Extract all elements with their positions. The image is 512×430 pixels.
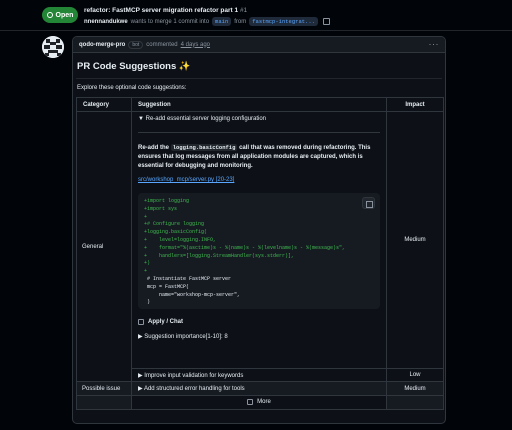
header-divider [0,30,512,31]
comment-author[interactable]: qodo-merge-pro [79,42,125,48]
pr-title: refactor: FastMCP server migration refac… [84,7,247,14]
code-line: + handlers=[logging.StreamHandler(sys.st… [144,252,295,259]
category-general: General [76,111,132,382]
copy-icon[interactable] [322,18,330,25]
impact-possible-issue: Medium [386,381,444,396]
comment-box: qodo-merge-pro bot commented 4 days ago … [72,36,446,424]
heading-divider [76,78,442,79]
code-line: +) [144,260,151,267]
code-line: +import logging [144,198,190,204]
avatar[interactable] [42,36,64,58]
code-line: +logging.basicConfig( [144,229,208,236]
code-line: + level=logging.INFO, [144,236,217,243]
code-line: name="workshop-mcp-server", [144,291,241,298]
comment-body: PR Code Suggestions ✨ Explore these opti… [73,53,445,410]
table-row: General ▼ Re-add essential server loggin… [76,111,444,382]
code-line: mcp = FastMCP( [144,283,190,290]
head-branch[interactable]: fastmcp-integrat... [249,17,318,26]
base-branch[interactable]: main [212,17,232,26]
table-row: ▶ Improve input validation for keywords … [77,368,444,382]
pr-meta: nnennandukwe wants to merge 1 commit int… [84,17,330,26]
suggestion-summary-collapsed[interactable]: ▶ Improve input validation for keywords [131,368,387,382]
code-block: +import logging +import sys + +# Configure … [138,193,380,309]
git-pull-request-icon [46,12,53,18]
pr-title-text: refactor: FastMCP server migration refac… [84,7,239,14]
comment-header: qodo-merge-pro bot commented 4 days ago … [73,37,445,53]
comment-action: commented [146,41,178,48]
suggestion-cell: ▼ Re-add essential server logging config… [131,111,387,369]
pr-author[interactable]: nnennandukwe [84,19,128,25]
pr-status-badge: Open [42,7,78,23]
suggestion-divider [138,132,380,133]
col-suggestion: Suggestion [131,97,387,112]
pr-header: Open refactor: FastMCP server migration … [42,4,462,26]
col-category: Category [76,97,132,112]
suggestion-summary-expanded[interactable]: ▼ Re-add essential server logging config… [138,116,380,122]
avatar-pattern-icon [42,36,64,58]
checkbox-icon[interactable] [138,319,144,325]
code-line: # Instantiate FastMCP server [144,275,232,282]
table-row: More [76,395,444,410]
empty-cell [386,395,444,410]
category-possible-issue: Possible issue [76,381,132,396]
pr-meta-from: from [234,18,247,25]
pr-status-label: Open [55,11,74,19]
col-impact: Impact [386,97,444,112]
more-label: More [257,398,271,405]
more-cell[interactable]: More [131,395,387,410]
more-toggle[interactable]: More [247,398,271,405]
code-line: +# Configure logging [144,221,205,228]
suggestions-table: Category Suggestion Impact General ▼ Re-… [76,97,444,410]
apply-chat-label: Apply / Chat [148,319,184,325]
comment-heading: PR Code Suggestions ✨ [77,61,191,72]
desc-pre: Re-add the [138,145,170,151]
checkbox-icon[interactable] [247,398,254,405]
code-line: ) [144,299,151,306]
pr-number: #1 [239,7,248,14]
suggestion-description: Re-add the logging.basicConfig call that… [138,143,380,171]
suggestion-importance[interactable]: ▶ Suggestion importance[1-10]: 8 [138,333,380,340]
table-row: Possible issue ▶ Add structured error ha… [76,381,444,396]
table-header-row: Category Suggestion Impact [76,97,444,112]
kebab-icon[interactable]: ··· [429,40,440,49]
bot-badge: bot [128,40,144,49]
desc-code: logging.basicConfig [170,144,238,151]
empty-cell [76,395,132,410]
impact-general-2: Low [386,368,444,382]
file-link[interactable]: src/workshop_mcp/server.py [20-23] [138,177,380,183]
code-line: +import sys [144,205,178,212]
code-line: + format="%(asctime)s - %(name)s - %(lev… [144,244,346,251]
pr-meta-text: wants to merge 1 commit into [130,18,210,25]
impact-general: Medium [386,111,444,369]
apply-chat-row[interactable]: Apply / Chat [138,317,380,327]
comment-intro: Explore these optional code suggestions: [77,85,187,91]
suggestion-summary-collapsed[interactable]: ▶ Add structured error handling for tool… [131,381,387,396]
comment-time[interactable]: 4 days ago [181,42,210,48]
code-line: + [144,268,148,275]
code-line: + [144,213,148,220]
copy-icon[interactable] [362,197,375,209]
